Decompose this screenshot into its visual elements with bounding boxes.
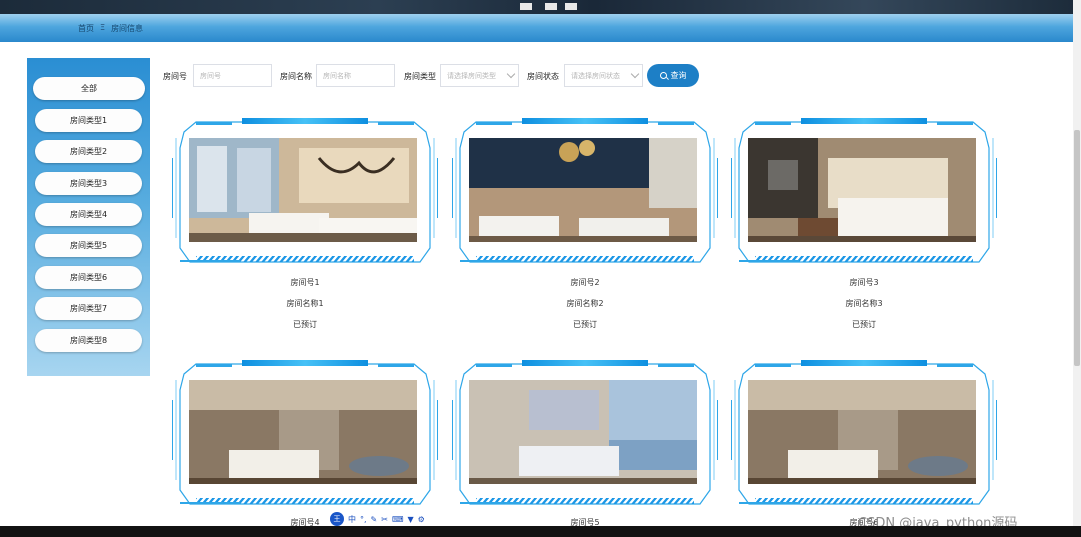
sidebar-item-type4[interactable]: 房间类型4 [35, 203, 142, 226]
room-number-input[interactable]: 房间号 [193, 64, 272, 87]
room-card[interactable] [731, 118, 997, 268]
sidebar-item-type3[interactable]: 房间类型3 [35, 172, 142, 195]
room-photo [748, 138, 976, 242]
sidebar-item-type7[interactable]: 房间类型7 [35, 297, 142, 320]
gear-icon[interactable]: ⚙ [418, 515, 425, 524]
search-button[interactable]: 查询 [647, 64, 699, 87]
sidebar-item-type1[interactable]: 房间类型1 [35, 109, 142, 132]
keyboard-icon[interactable]: ⌨ [392, 515, 404, 524]
scrollbar-thumb[interactable] [1074, 130, 1080, 366]
scissors-icon[interactable]: ✂ [381, 515, 388, 524]
room-name: 房间名称3 [845, 299, 883, 308]
room-card[interactable] [452, 118, 718, 268]
breadcrumb-bar: 首页 Ξ 房间信息 [0, 14, 1073, 42]
room-photo [469, 138, 697, 242]
room-name: 房间名称2 [566, 299, 604, 308]
room-number: 房间号2 [570, 278, 600, 287]
ime-mode-toggle[interactable]: 中 [348, 514, 356, 525]
room-card[interactable] [731, 360, 997, 510]
top-banner-image [0, 0, 1081, 14]
breadcrumb: 首页 Ξ 房间信息 [78, 23, 143, 34]
room-status-label: 房间状态 [527, 72, 559, 81]
taskbar [0, 526, 1081, 537]
search-button-label: 查询 [670, 71, 687, 80]
room-status-placeholder: 请选择房间状态 [571, 71, 620, 80]
room-photo [469, 380, 697, 484]
sidebar-item-type5[interactable]: 房间类型5 [35, 234, 142, 257]
chevron-down-icon [630, 69, 640, 79]
sidebar-item-type2[interactable]: 房间类型2 [35, 140, 142, 163]
skin-icon[interactable]: ▼ [408, 515, 414, 524]
room-status: 已预订 [573, 320, 597, 329]
breadcrumb-home[interactable]: 首页 [78, 23, 94, 34]
room-number-label: 房间号 [163, 72, 187, 81]
room-type-select[interactable]: 请选择房间类型 [440, 64, 519, 87]
room-card[interactable] [172, 118, 438, 268]
room-name: 房间名称1 [286, 299, 324, 308]
room-number-placeholder: 房间号 [200, 71, 221, 80]
sidebar-item-type6[interactable]: 房间类型6 [35, 266, 142, 289]
room-status: 已预订 [293, 320, 317, 329]
punctuation-icon[interactable]: °, [360, 515, 367, 524]
room-status-select[interactable]: 请选择房间状态 [564, 64, 643, 87]
breadcrumb-current: 房间信息 [111, 24, 144, 33]
sidebar-item-type8[interactable]: 房间类型8 [35, 329, 142, 352]
room-name-input[interactable]: 房间名称 [316, 64, 395, 87]
room-photo [189, 380, 417, 484]
ime-toolbar[interactable]: 王 中 °, ✎ ✂ ⌨ ▼ ⚙ [330, 512, 440, 526]
room-status: 已预订 [852, 320, 876, 329]
room-number: 房间号3 [849, 278, 879, 287]
chevron-down-icon [506, 69, 516, 79]
room-card[interactable] [452, 360, 718, 510]
room-name-label: 房间名称 [280, 72, 312, 81]
room-photo [748, 380, 976, 484]
ime-logo-icon[interactable]: 王 [330, 512, 344, 526]
room-type-placeholder: 请选择房间类型 [447, 71, 496, 80]
breadcrumb-separator: Ξ [100, 23, 106, 32]
room-type-label: 房间类型 [404, 72, 436, 81]
room-photo [189, 138, 417, 242]
room-number: 房间号1 [290, 278, 320, 287]
room-type-sidebar: 全部 房间类型1 房间类型2 房间类型3 房间类型4 房间类型5 房间类型6 房… [27, 58, 150, 376]
room-name-placeholder: 房间名称 [323, 71, 351, 80]
pen-icon[interactable]: ✎ [371, 515, 378, 524]
room-card[interactable] [172, 360, 438, 510]
sidebar-item-all[interactable]: 全部 [33, 77, 145, 100]
search-icon [659, 72, 667, 79]
